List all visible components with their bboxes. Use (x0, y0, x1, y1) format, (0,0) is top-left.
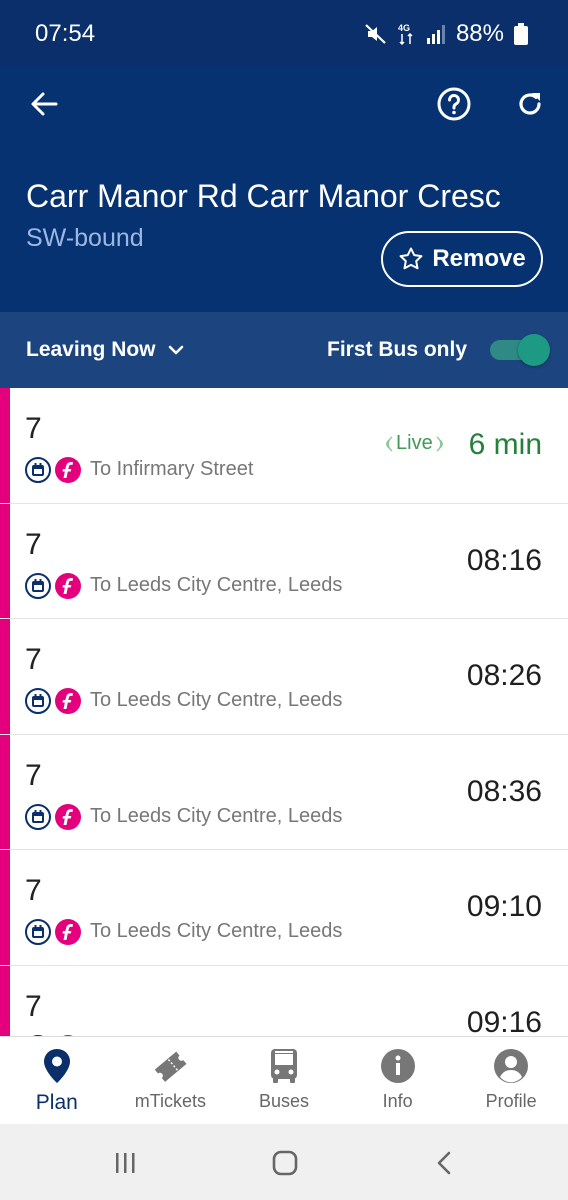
live-signal-right-icon (436, 435, 443, 452)
scheduled-icon (25, 919, 51, 945)
departure-row[interactable]: 7 To Leeds City Centre, Leeds 08:36 (0, 734, 568, 850)
status-icons: 4G 88% (364, 20, 528, 48)
first-bus-logo-icon (55, 572, 81, 599)
destination: To Infirmary Street (90, 458, 254, 480)
leaving-now-dropdown[interactable]: Leaving Now (26, 338, 184, 362)
scheduled-icon (25, 803, 51, 830)
route-number: 7 (25, 874, 42, 907)
live-signal-left-icon (386, 435, 393, 452)
mute-icon (364, 22, 388, 46)
departure-time: 09:16 (466, 1005, 542, 1037)
location-pin-icon (43, 1049, 70, 1083)
departure-time: 08:16 (466, 543, 542, 577)
destination: To Leeds City Centre, Leeds (90, 573, 343, 596)
scheduled-icon (25, 572, 51, 599)
home-icon (272, 1150, 298, 1176)
live-label: Live (396, 432, 433, 454)
nav-mtickets[interactable]: mTickets (114, 1037, 228, 1124)
departure-time: 08:26 (466, 659, 542, 692)
departure-row[interactable]: 7 To Leeds City Centre, Leeds 08:26 (0, 619, 568, 735)
row-icons (25, 457, 81, 483)
row-icons (25, 803, 81, 830)
nav-info[interactable]: Info (341, 1037, 455, 1124)
refresh-button[interactable] (506, 80, 554, 128)
route-number: 7 (25, 643, 42, 676)
departure-time: 08:36 (466, 774, 542, 808)
departure-row[interactable]: 7 To Infirmary Street Live 6 min (0, 388, 568, 504)
back-button[interactable] (20, 80, 68, 128)
live-badge: Live (382, 432, 447, 455)
info-icon (380, 1049, 415, 1083)
row-icons (25, 572, 81, 599)
nav-buses[interactable]: Buses (227, 1037, 341, 1124)
departure-row[interactable]: 7 To Leeds City Centre, Leeds 08:16 (0, 503, 568, 619)
remove-favourite-button[interactable]: Remove (381, 231, 543, 287)
departure-row[interactable]: 7 09:16 (0, 965, 568, 1037)
system-back-icon (437, 1151, 451, 1175)
star-icon (399, 247, 423, 270)
departures-list[interactable]: 7 To Infirmary Street Live 6 min 7 To Leeds C… (0, 388, 568, 1036)
departure-row[interactable]: 7 To Leeds City Centre, Leeds 09:10 (0, 850, 568, 966)
scheduled-icon (25, 688, 51, 714)
recent-apps-button[interactable] (110, 1148, 140, 1178)
status-time: 07:54 (35, 20, 96, 47)
first-bus-logo-icon (55, 803, 81, 830)
route-number: 7 (25, 989, 42, 1023)
ticket-icon (155, 1051, 187, 1082)
nav-label-info: Info (382, 1091, 413, 1111)
leaving-now-label: Leaving Now (26, 338, 156, 361)
nav-label-buses: Buses (258, 1091, 309, 1111)
first-bus-logo-icon (55, 688, 81, 714)
nav-label-mtickets: mTickets (134, 1091, 207, 1111)
profile-icon (494, 1049, 529, 1083)
first-bus-only-label: First Bus only (327, 338, 468, 361)
stop-direction: SW-bound (26, 224, 144, 252)
recent-apps-icon (116, 1153, 135, 1173)
destination: To Leeds City Centre, Leeds (90, 804, 343, 827)
route-number: 7 (25, 758, 42, 792)
row-icons (25, 919, 81, 945)
stop-header: Carr Manor Rd Carr Manor Cresc SW-bound … (0, 66, 568, 312)
first-bus-logo-icon (55, 457, 81, 483)
stop-name: Carr Manor Rd Carr Manor Cresc (26, 178, 501, 214)
battery-percent: 88% (455, 20, 504, 47)
status-bar: 07:54 4G 88% (0, 0, 568, 66)
back-arrow-icon (31, 92, 58, 116)
system-back-button[interactable] (430, 1148, 460, 1178)
home-button[interactable] (270, 1148, 300, 1178)
bottom-nav: Plan mTickets Buses Info Profile (0, 1036, 568, 1124)
destination: To Leeds City Centre, Leeds (90, 920, 343, 942)
scheduled-icon (25, 457, 51, 483)
signal-icon (426, 23, 446, 45)
help-icon (437, 87, 471, 121)
help-button[interactable] (430, 80, 478, 128)
route-number: 7 (25, 527, 42, 561)
nav-label-profile: Profile (485, 1091, 537, 1111)
departure-time: 09:10 (466, 890, 542, 923)
network-4g-icon: 4G (398, 22, 416, 46)
chevron-down-icon (168, 345, 183, 355)
first-bus-logo-icon (55, 919, 81, 945)
toggle-thumb (518, 334, 550, 366)
nav-plan[interactable]: Plan (0, 1037, 114, 1124)
bus-icon (270, 1049, 297, 1083)
row-icons (25, 688, 81, 714)
system-navigation-bar (0, 1124, 568, 1200)
departure-time: 6 min (468, 428, 542, 461)
nav-profile[interactable]: Profile (454, 1037, 568, 1124)
svg-text:4G: 4G (398, 23, 410, 33)
battery-icon (514, 23, 528, 45)
refresh-icon (519, 93, 541, 115)
nav-label-plan: Plan (35, 1091, 78, 1114)
remove-label: Remove (432, 245, 526, 272)
destination: To Leeds City Centre, Leeds (90, 689, 343, 711)
route-number: 7 (25, 412, 42, 445)
first-bus-only-toggle[interactable] (490, 334, 552, 366)
filter-bar: Leaving Now First Bus only (0, 312, 568, 388)
